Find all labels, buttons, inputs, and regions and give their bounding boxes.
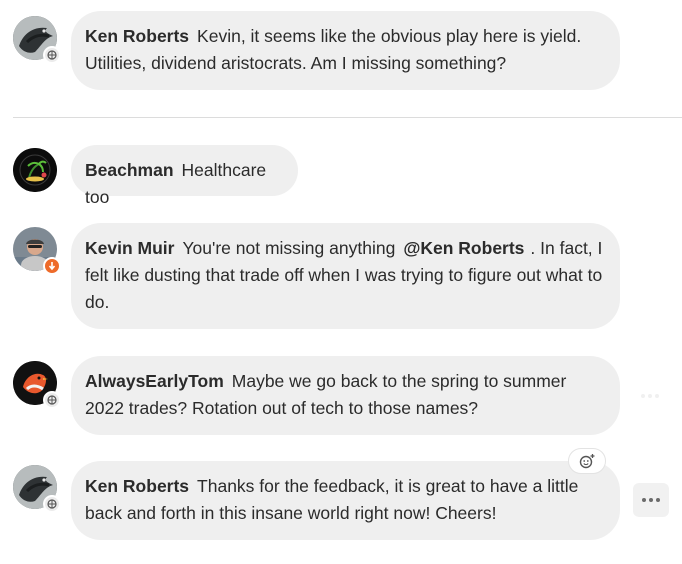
globe-icon: [43, 46, 61, 64]
message-text: You're not missing anything: [182, 238, 396, 258]
divider: [13, 117, 682, 118]
author-name[interactable]: Ken Roberts: [85, 26, 189, 46]
mention-link[interactable]: @Ken Roberts: [403, 238, 524, 258]
author-name[interactable]: Beachman: [85, 160, 174, 180]
more-options-icon: [642, 498, 660, 502]
message-bubble: Beachman Healthcare too: [71, 145, 298, 207]
author-name[interactable]: Kevin Muir: [85, 238, 174, 258]
avatar[interactable]: [13, 361, 61, 409]
more-options-icon[interactable]: [641, 394, 659, 398]
globe-icon: [43, 495, 61, 513]
message-bubble: Ken Roberts Thanks for the feedback, it i…: [71, 461, 620, 540]
message-bubble: Ken Roberts Kevin, it seems like the obvi…: [71, 11, 620, 90]
avatar[interactable]: [13, 16, 61, 64]
add-reaction-button[interactable]: [568, 448, 606, 474]
more-options-button[interactable]: [633, 483, 669, 517]
globe-icon: [43, 391, 61, 409]
message-bubble: AlwaysEarlyTom Maybe we go back to the sp…: [71, 356, 620, 435]
orange-arrow-badge: [43, 257, 61, 275]
avatar[interactable]: [13, 227, 61, 275]
avatar[interactable]: [13, 148, 57, 192]
author-name[interactable]: AlwaysEarlyTom: [85, 371, 224, 391]
avatar[interactable]: [13, 465, 61, 513]
add-reaction-icon: [579, 454, 595, 469]
message-bubble: Kevin Muir You're not missing anything @Ke…: [71, 223, 620, 329]
author-name[interactable]: Ken Roberts: [85, 476, 189, 496]
